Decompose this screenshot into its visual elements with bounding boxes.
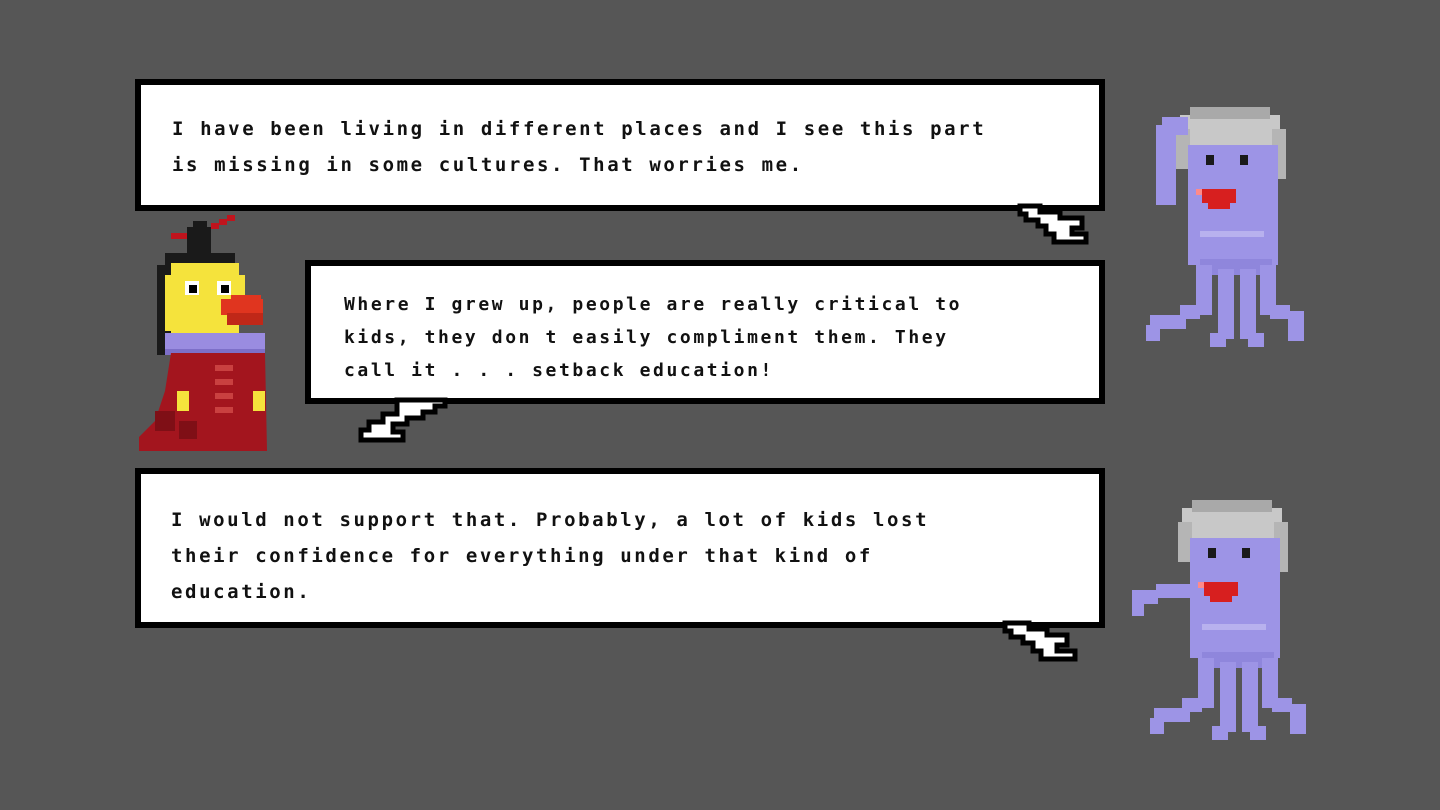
speech-bubble-tail-2: [358, 397, 448, 443]
speech-bubble-tail-3: [1002, 620, 1078, 662]
dialogue-text-3: I would not support that. Probably, a lo…: [171, 509, 930, 603]
speech-bubble-1: I have been living in different places a…: [135, 79, 1105, 211]
purple-octopus-character-icon-2: [1132, 500, 1306, 740]
yellow-bird-character-icon: [139, 215, 267, 451]
speech-bubble-3: I would not support that. Probably, a lo…: [135, 468, 1105, 628]
dialogue-text-2: Where I grew up, people are really criti…: [344, 294, 963, 381]
speech-bubble-2: Where I grew up, people are really criti…: [305, 260, 1105, 404]
dialogue-text-1: I have been living in different places a…: [172, 118, 987, 176]
speech-bubble-tail-1: [1017, 203, 1089, 245]
purple-octopus-character-icon-1: [1146, 107, 1304, 347]
